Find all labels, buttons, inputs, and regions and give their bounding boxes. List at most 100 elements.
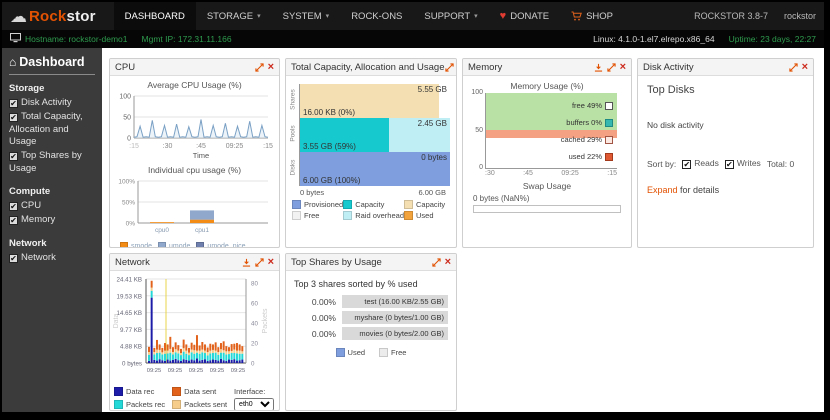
capacity-row-disks: Disks0 bytes6.00 GB (100%)	[288, 152, 450, 186]
avg-cpu-chart: 100500:15:30:4509:25:15Time	[110, 90, 279, 165]
widget-capacity: Total Capacity, Allocation and Usage × S…	[285, 58, 457, 248]
resize-icon[interactable]	[789, 63, 798, 72]
svg-text:24.41 KB: 24.41 KB	[117, 277, 142, 284]
svg-text::30: :30	[163, 143, 173, 150]
widget-disk-header[interactable]: Disk Activity ×	[638, 59, 813, 76]
svg-text:100%: 100%	[118, 179, 135, 186]
widget-shares-title: Top Shares by Usage	[291, 257, 382, 268]
svg-text:09:25: 09:25	[147, 368, 162, 374]
nav-item-dashboard[interactable]: DASHBOARD	[114, 2, 196, 30]
sidebar-heading-compute: Compute	[9, 186, 95, 197]
capacity-legend: ProvisionedCapacityCapacityFreeRaid over…	[292, 200, 446, 220]
svg-text:9.77 KB: 9.77 KB	[120, 327, 142, 334]
sidebar-item-top-shares-by-usage[interactable]: ✔Top Shares by Usage	[9, 150, 95, 175]
svg-text:14.65 KB: 14.65 KB	[117, 310, 142, 317]
nav-item-storage[interactable]: STORAGE▾	[196, 2, 272, 30]
chevron-down-icon: ▾	[257, 12, 261, 20]
shares-legend: UsedFree	[286, 348, 456, 357]
no-disk-activity-text: No disk activity	[647, 120, 804, 130]
close-icon[interactable]: ×	[620, 62, 626, 72]
close-icon[interactable]: ×	[268, 257, 274, 267]
nav-item-rock-ons[interactable]: ROCK-ONS	[340, 2, 413, 30]
svg-text:09:25: 09:25	[226, 143, 244, 150]
svg-text:0 bytes: 0 bytes	[122, 361, 142, 368]
widget-cpu-title: CPU	[115, 62, 135, 73]
checkbox-icon: ✔	[725, 160, 734, 169]
memory-chart-title: Memory Usage (%)	[463, 81, 631, 91]
widget-disk-title: Disk Activity	[643, 62, 694, 73]
app-frame: ☁ Rock stor DASHBOARDSTORAGE▾SYSTEM▾ROCK…	[0, 0, 830, 420]
nav-item-shop[interactable]: SHOP	[560, 2, 624, 30]
nav-item-system[interactable]: SYSTEM▾	[272, 2, 341, 30]
sidebar-item-network[interactable]: ✔Network	[9, 252, 95, 264]
widget-memory-header[interactable]: Memory ×	[463, 59, 631, 76]
close-icon[interactable]: ×	[268, 62, 274, 72]
checkbox-icon[interactable]: ✔	[9, 202, 18, 211]
close-icon[interactable]: ×	[802, 62, 808, 72]
capacity-axis-max: 6.00 GB	[418, 188, 446, 197]
download-icon[interactable]	[242, 258, 251, 267]
widget-capacity-header[interactable]: Total Capacity, Allocation and Usage ×	[286, 59, 456, 76]
legend-free-49: free 49%	[572, 101, 613, 110]
expand-link[interactable]: Expand	[647, 185, 678, 195]
svg-text:80: 80	[251, 281, 258, 288]
svg-text::45: :45	[196, 143, 206, 150]
rockstor-logo[interactable]: ☁ Rock stor	[10, 8, 96, 25]
legend-capacity: Capacity	[404, 200, 446, 209]
writes-checkbox[interactable]: ✔Writes	[725, 158, 761, 169]
svg-text:50%: 50%	[122, 200, 135, 207]
interface-label: Interface:	[234, 387, 275, 396]
svg-text:Packets: Packets	[262, 308, 269, 333]
nav-item-support[interactable]: SUPPORT▾	[413, 2, 488, 30]
resize-icon[interactable]	[445, 63, 454, 72]
sidebar-item-total-capacity-allocation-and-usage[interactable]: ✔Total Capacity, Allocation and Usage	[9, 111, 95, 148]
swap-label: 0 bytes (NaN%)	[473, 194, 631, 203]
sidebar-item-disk-activity[interactable]: ✔Disk Activity	[9, 97, 95, 109]
checkbox-icon[interactable]: ✔	[9, 99, 18, 108]
resize-icon[interactable]	[255, 63, 264, 72]
checkbox-icon[interactable]: ✔	[9, 152, 18, 161]
reads-checkbox[interactable]: ✔Reads	[682, 158, 719, 169]
donate-label: DONATE	[510, 11, 549, 22]
checkbox-icon[interactable]: ✔	[9, 216, 18, 225]
legend-umode-nice: umode_nice	[196, 242, 245, 248]
interface-select[interactable]: eth0	[234, 398, 274, 411]
resize-icon[interactable]	[607, 63, 616, 72]
resize-icon[interactable]	[432, 258, 441, 267]
sidebar-heading-storage: Storage	[9, 83, 95, 94]
svg-text:09:25: 09:25	[189, 368, 204, 374]
checkbox-icon[interactable]: ✔	[9, 254, 18, 263]
capacity-row-shares: Shares5.55 GB16.00 KB (0%)	[288, 84, 450, 118]
resize-icon[interactable]	[255, 258, 264, 267]
sidebar-item-memory[interactable]: ✔Memory	[9, 214, 95, 226]
brand-text-primary: Rock	[29, 8, 66, 25]
legend-used-22: used 22%	[569, 152, 613, 161]
download-icon[interactable]	[594, 63, 603, 72]
svg-text:cpu1: cpu1	[195, 227, 209, 234]
svg-text:0: 0	[251, 361, 255, 368]
checkbox-icon[interactable]: ✔	[9, 113, 18, 122]
version-text: ROCKSTOR 3.8-7	[694, 11, 768, 21]
widget-cpu-header[interactable]: CPU ×	[110, 59, 279, 76]
sidebar-item-cpu[interactable]: ✔CPU	[9, 200, 95, 212]
svg-text:100: 100	[119, 94, 131, 101]
kernel-text: Linux: 4.1.0-1.el7.elrepo.x86_64	[593, 34, 714, 44]
close-icon[interactable]: ×	[445, 257, 451, 267]
widget-shares-header[interactable]: Top Shares by Usage ×	[286, 254, 456, 271]
nav-item-donate[interactable]: ♥ DONATE	[489, 2, 560, 30]
sidebar: ⌂ Dashboard Storage ✔Disk Activity ✔Total …	[2, 48, 102, 412]
widget-capacity-title: Total Capacity, Allocation and Usage	[291, 62, 445, 73]
svg-text:4.88 KB: 4.88 KB	[120, 344, 142, 351]
widget-top-shares: Top Shares by Usage × Top 3 shares sorte…	[285, 253, 457, 411]
svg-text::15: :15	[129, 143, 139, 150]
capacity-row-pools: Pools2.45 GB3.55 GB (59%)	[288, 118, 450, 152]
sidebar-heading-network: Network	[9, 238, 95, 249]
network-legend: Data rec Data sent Interface: Packets re…	[114, 387, 275, 411]
widget-network-header[interactable]: Network ×	[110, 254, 279, 271]
user-menu[interactable]: rockstor	[784, 11, 816, 21]
sidebar-title: ⌂ Dashboard	[9, 55, 95, 75]
per-cpu-chart: 100%50%0%cpu0cpu1	[110, 175, 279, 242]
legend-provisioned: Provisioned	[292, 200, 343, 209]
cart-icon	[571, 11, 582, 21]
per-cpu-chart-title: Individual cpu usage (%)	[110, 165, 279, 175]
